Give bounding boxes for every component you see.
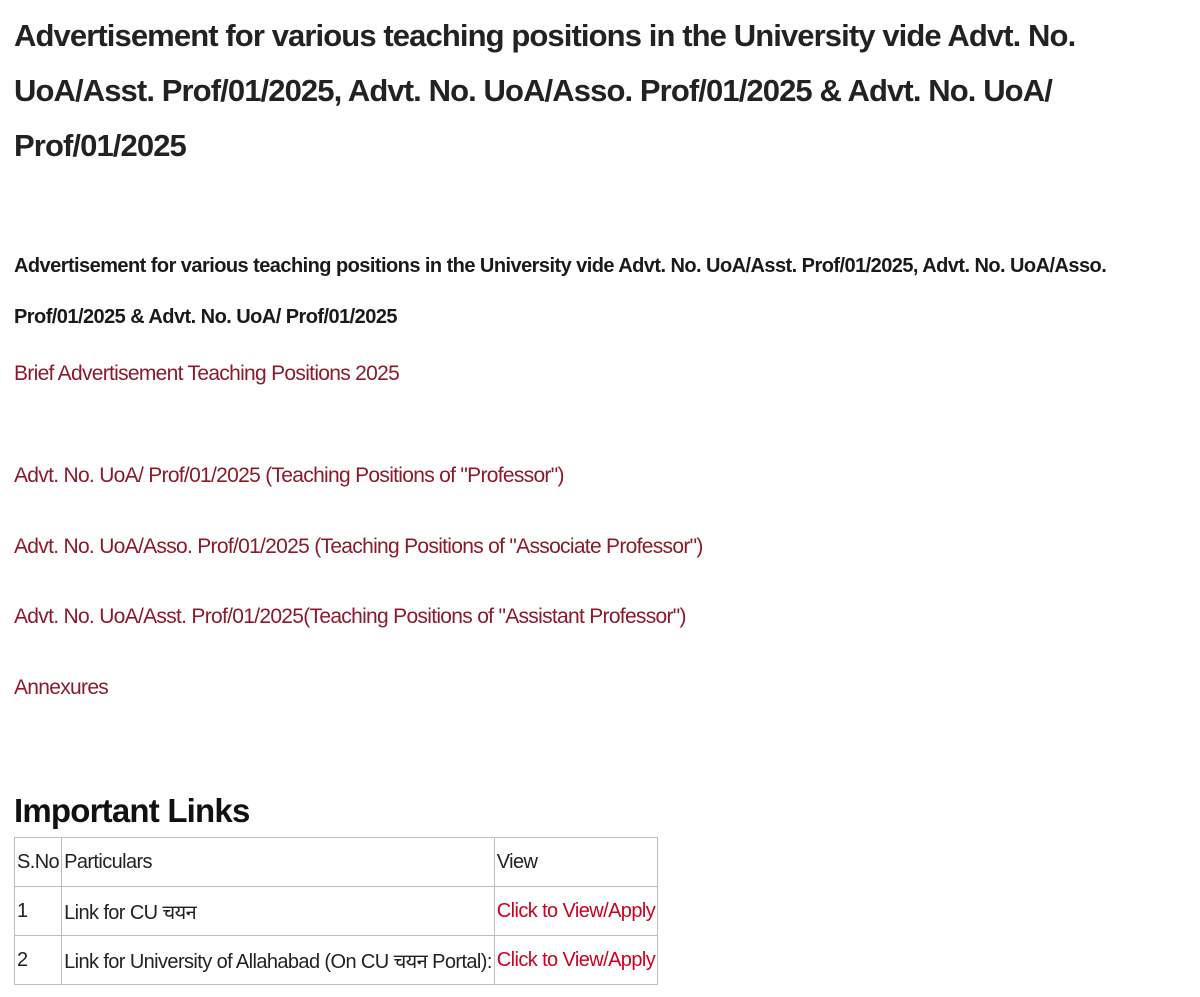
row-particulars: Link for University of Allahabad (On CU … <box>61 935 495 985</box>
row-view-cell: Click to View/Apply <box>493 886 659 936</box>
table-row: 1 Link for CU चयन Click to View/Apply <box>13 886 659 936</box>
professor-advt-link[interactable]: Advt. No. UoA/ Prof/01/2025 (Teaching Po… <box>14 458 564 494</box>
page-content: Advertisement for various teaching posit… <box>14 0 1190 699</box>
column-header-particulars: Particulars <box>61 837 495 887</box>
assistant-professor-advt-link[interactable]: Advt. No. UoA/Asst. Prof/01/2025(Teachin… <box>14 599 687 635</box>
table-row: 2 Link for University of Allahabad (On C… <box>13 935 659 985</box>
important-links-table: S.No Particulars View 1 Link for CU चयन … <box>13 837 659 985</box>
row-particulars: Link for CU चयन <box>61 886 495 936</box>
row-sno: 2 <box>13 935 63 985</box>
row-sno: 1 <box>13 886 63 936</box>
brief-advertisement-link[interactable]: Brief Advertisement Teaching Positions 2… <box>14 356 400 392</box>
row-view-cell: Click to View/Apply <box>493 935 659 985</box>
page-subtitle: Advertisement for various teaching posit… <box>14 255 1107 328</box>
allahabad-portal-view-apply-link[interactable]: Click to View/Apply <box>497 949 656 971</box>
page-title: Advertisement for various teaching posit… <box>14 18 1076 163</box>
column-header-sno: S.No <box>13 837 63 887</box>
associate-professor-advt-link[interactable]: Advt. No. UoA/Asso. Prof/01/2025 (Teachi… <box>14 529 703 565</box>
table-header-row: S.No Particulars View <box>13 837 659 887</box>
column-header-view: View <box>493 837 659 887</box>
important-links-heading: Important Links <box>14 792 250 829</box>
cu-chayan-view-apply-link[interactable]: Click to View/Apply <box>497 900 656 922</box>
annexures-link[interactable]: Annexures <box>14 670 109 706</box>
